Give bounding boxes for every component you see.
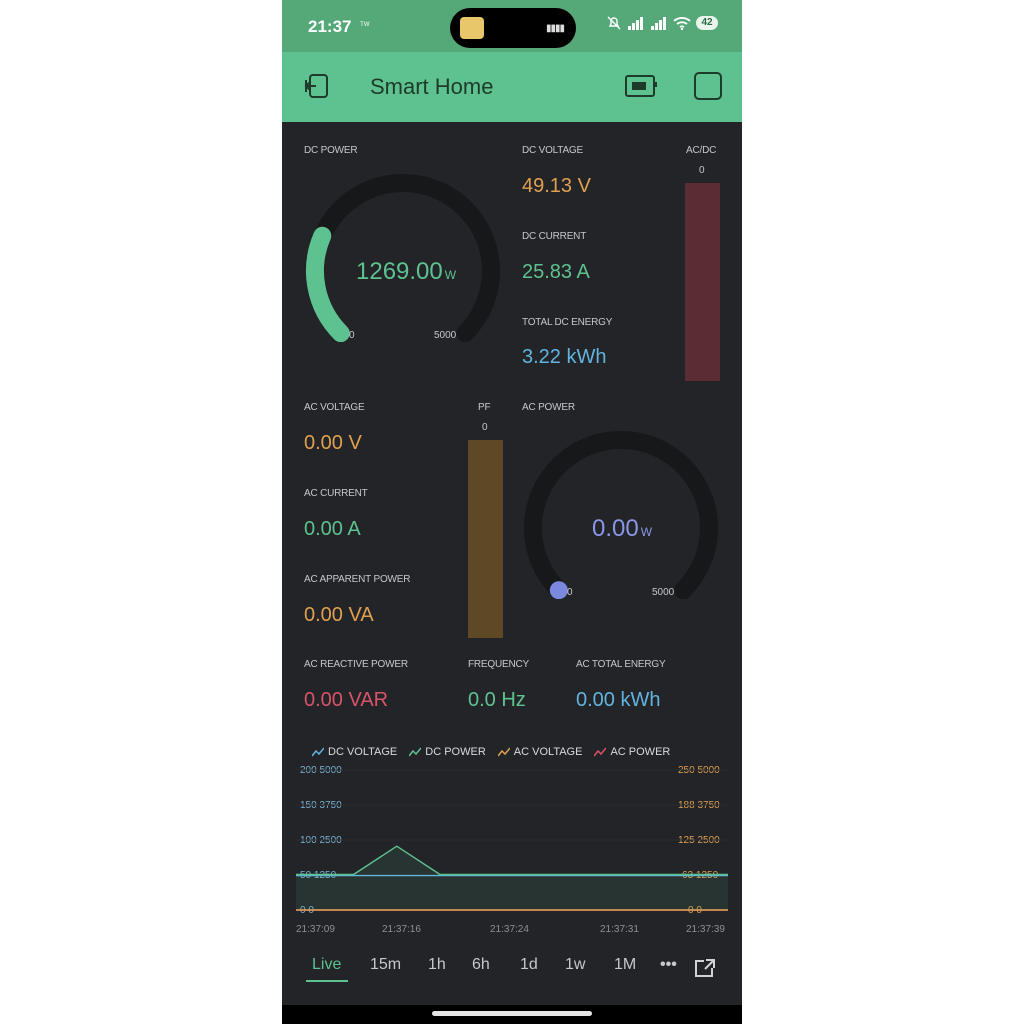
back-button[interactable] xyxy=(302,71,332,106)
legend-dc-voltage-label: DC VOLTAGE xyxy=(328,746,398,758)
ac-reactive-label: AC REACTIVE POWER xyxy=(304,659,408,670)
dc-voltage-label: DC VOLTAGE xyxy=(522,145,583,156)
acdc-value: 0 xyxy=(699,165,705,176)
battery-icon: 42 xyxy=(696,16,718,30)
ac-power-number: 0.00 xyxy=(592,515,639,542)
phone-screen: 21:37 ᵀᵂ ▮▮▮▮ 42 Smart Home DC POWER 126… xyxy=(282,0,742,1024)
status-bar: 21:37 ᵀᵂ ▮▮▮▮ 42 xyxy=(282,0,742,52)
legend-dc-power-label: DC POWER xyxy=(425,746,486,758)
series-dc-power-line xyxy=(296,845,728,876)
system-nav-bar xyxy=(282,1005,742,1024)
x-tick-3: 21:37:31 xyxy=(600,924,639,935)
exit-icon xyxy=(304,74,328,98)
frequency-label: FREQUENCY xyxy=(468,659,529,670)
x-tick-1: 21:37:16 xyxy=(382,924,421,935)
ac-voltage-value: 0.00 V xyxy=(304,432,362,454)
pf-level-bar xyxy=(468,440,503,638)
line-chart-icon xyxy=(594,747,607,757)
dc-current-label: DC CURRENT xyxy=(522,231,587,242)
legend-dc-power[interactable]: DC POWER xyxy=(409,746,486,758)
square-icon xyxy=(694,72,722,100)
home-indicator[interactable] xyxy=(432,1011,592,1016)
dc-energy-label: TOTAL DC ENERGY xyxy=(522,317,613,328)
range-live[interactable]: Live xyxy=(312,956,341,974)
dc-power-unit: W xyxy=(444,268,457,282)
acdc-label: AC/DC xyxy=(686,145,717,156)
ac-apparent-value: 0.00 VA xyxy=(304,604,374,626)
frequency-value: 0.0 Hz xyxy=(468,689,526,711)
ac-energy-label: AC TOTAL ENERGY xyxy=(576,659,666,670)
ac-voltage-label: AC VOLTAGE xyxy=(304,402,365,413)
x-tick-2: 21:37:24 xyxy=(490,924,529,935)
dc-power-gauge xyxy=(305,173,500,342)
ac-power-gauge xyxy=(524,430,718,599)
pf-value: 0 xyxy=(482,422,488,433)
chart-legend: DC VOLTAGE DC POWER AC VOLTAGE AC POWER xyxy=(312,746,670,758)
ac-current-value: 0.00 A xyxy=(304,518,361,540)
audio-wave-icon: ▮▮▮▮ xyxy=(545,23,565,34)
series-dc-power-area xyxy=(296,846,728,910)
status-extra: ᵀᵂ xyxy=(360,20,370,30)
signal-icon xyxy=(628,17,643,30)
square-button[interactable] xyxy=(694,71,722,106)
dc-energy-value: 3.22 kWh xyxy=(522,346,607,368)
status-time: 21:37 xyxy=(308,17,352,36)
pf-label: PF xyxy=(478,402,491,413)
time-range-selector: Live 15m 1h 6h 1d 1w 1M ••• xyxy=(282,950,742,990)
ac-power-unit: W xyxy=(640,525,653,539)
legend-ac-power-label: AC POWER xyxy=(610,746,671,758)
dc-current-value: 25.83 A xyxy=(522,261,590,283)
legend-ac-power[interactable]: AC POWER xyxy=(594,746,670,758)
ac-energy-value: 0.00 kWh xyxy=(576,689,661,711)
dc-power-number: 1269.00 xyxy=(356,258,443,285)
ac-reactive-value: 0.00 VAR xyxy=(304,689,389,711)
device-icon xyxy=(625,75,657,97)
signal-2-icon xyxy=(651,17,666,30)
legend-ac-voltage-label: AC VOLTAGE xyxy=(513,746,583,758)
app-bar: Smart Home xyxy=(282,52,742,122)
range-1m[interactable]: 1M xyxy=(614,956,636,974)
more-options-icon[interactable]: ••• xyxy=(660,956,677,974)
ac-power-value: 0.00 W xyxy=(592,515,652,543)
media-app-icon xyxy=(460,17,484,39)
range-1d[interactable]: 1d xyxy=(520,956,538,974)
ac-current-label: AC CURRENT xyxy=(304,488,368,499)
ac-power-min: 0 xyxy=(567,587,573,598)
mute-icon xyxy=(607,16,621,30)
x-tick-4: 21:37:39 xyxy=(686,924,725,935)
dc-power-min: 0 xyxy=(349,330,355,341)
dynamic-island: ▮▮▮▮ xyxy=(450,8,576,48)
range-6h[interactable]: 6h xyxy=(472,956,490,974)
dc-power-value: 1269.00 W xyxy=(356,258,456,286)
dc-power-max: 5000 xyxy=(434,330,457,341)
line-chart-icon xyxy=(409,747,422,757)
acdc-level-bar xyxy=(685,183,720,381)
range-1h[interactable]: 1h xyxy=(428,956,446,974)
legend-dc-voltage[interactable]: DC VOLTAGE xyxy=(312,746,397,758)
ac-apparent-label: AC APPARENT POWER xyxy=(304,574,411,585)
app-title: Smart Home xyxy=(370,74,494,99)
range-15m[interactable]: 15m xyxy=(370,956,401,974)
range-1w[interactable]: 1w xyxy=(565,956,585,974)
line-chart-icon xyxy=(312,747,324,757)
wifi-icon xyxy=(673,17,691,30)
fullscreen-icon[interactable] xyxy=(694,958,716,978)
ac-power-label: AC POWER xyxy=(522,402,575,413)
x-tick-0: 21:37:09 xyxy=(296,924,335,935)
status-icons: 42 xyxy=(606,15,718,31)
legend-ac-voltage[interactable]: AC VOLTAGE xyxy=(497,746,583,758)
dc-power-label: DC POWER xyxy=(304,145,358,156)
active-range-indicator xyxy=(306,980,348,982)
dc-power-gauge-fill xyxy=(305,226,350,342)
ac-power-gauge-marker xyxy=(549,581,568,599)
history-chart xyxy=(296,769,728,911)
device-button[interactable] xyxy=(624,71,658,106)
ac-power-max: 5000 xyxy=(652,587,675,598)
line-chart-icon xyxy=(497,747,510,757)
dc-voltage-value: 49.13 V xyxy=(522,175,591,197)
